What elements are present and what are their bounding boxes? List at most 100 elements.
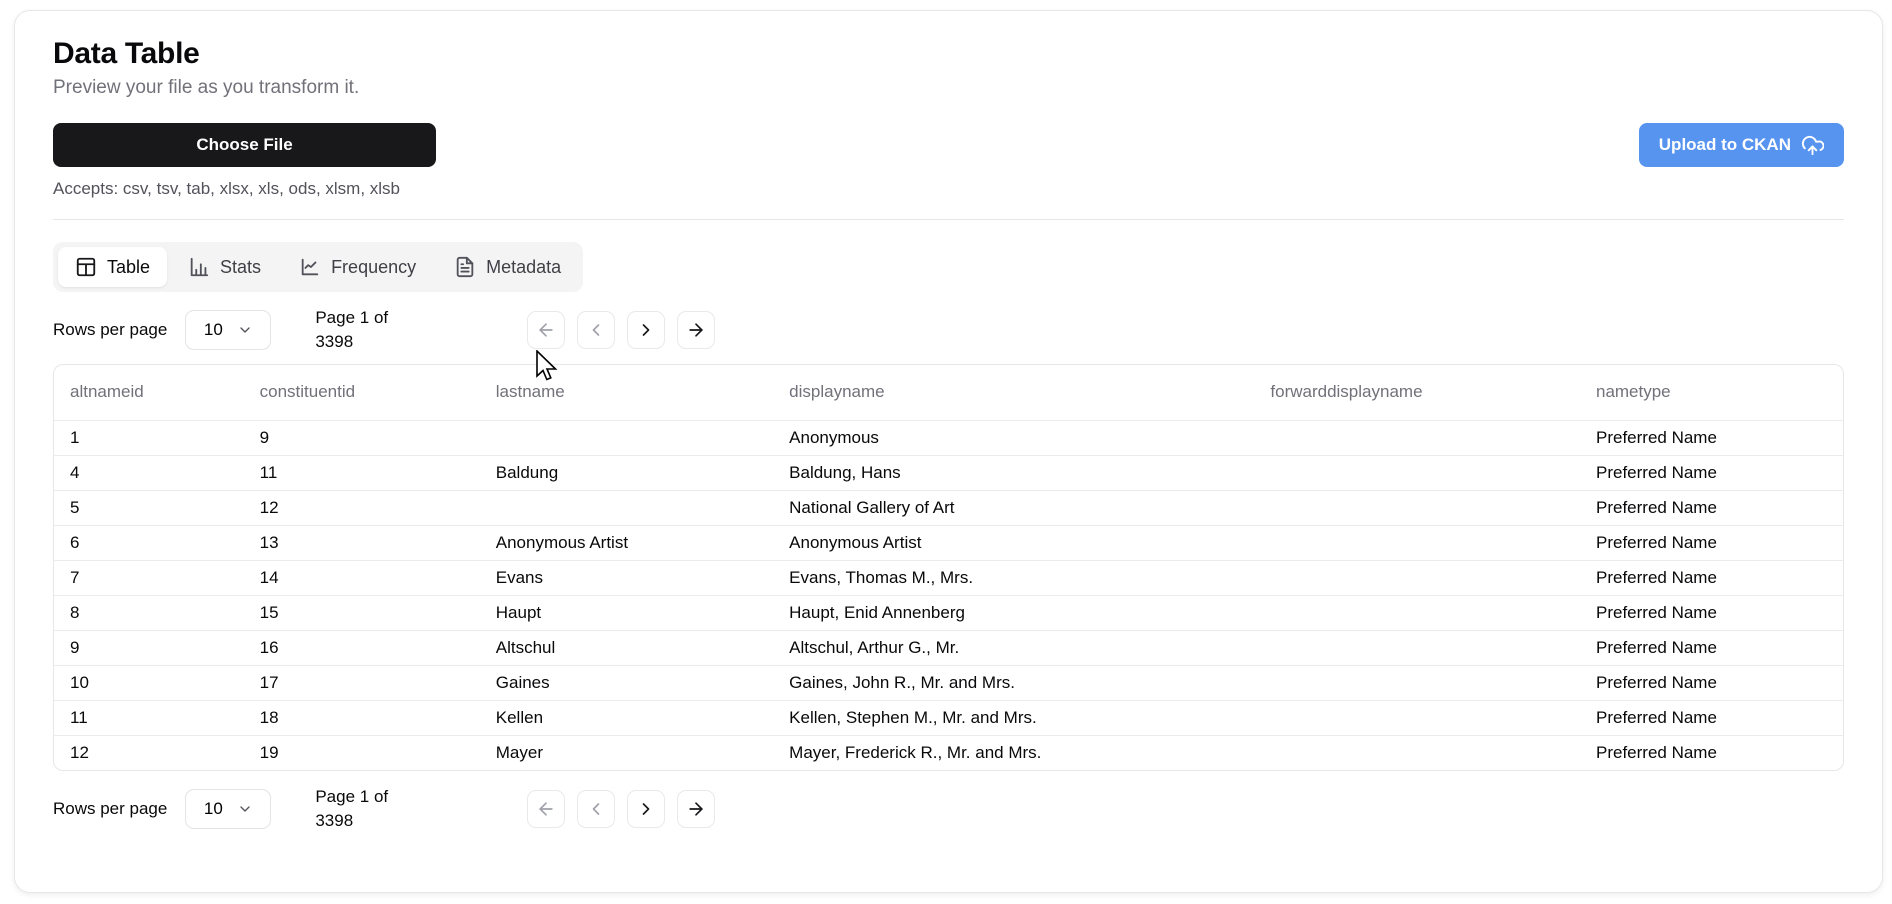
- data-table-container: altnameid constituentid lastname display…: [53, 364, 1844, 771]
- table-cell: 10: [54, 664, 244, 700]
- first-page-icon: [536, 799, 556, 819]
- actions-row: Choose File Upload to CKAN: [53, 123, 1844, 167]
- table-cell: [479, 419, 774, 455]
- table-cell: 7: [54, 559, 244, 595]
- tab-stats-label: Stats: [220, 256, 262, 277]
- table-cell: 6: [54, 524, 244, 560]
- table-cell: 16: [243, 629, 480, 665]
- table-cell: 12: [243, 489, 480, 525]
- accepted-formats-text: Accepts: csv, tsv, tab, xlsx, xls, ods, …: [53, 179, 401, 198]
- page-status-line2: 3398: [315, 332, 354, 351]
- table-cell: [1254, 559, 1580, 595]
- table-row[interactable]: 6 13 Anonymous Artist Anonymous Artist P…: [54, 524, 1843, 560]
- choose-file-button[interactable]: Choose File: [53, 123, 436, 167]
- cloud-upload-icon: [1801, 134, 1824, 157]
- table-cell: 12: [54, 734, 244, 770]
- page-status: Page 1 of 3398: [315, 785, 425, 833]
- file-text-icon: [454, 256, 476, 278]
- table-cell: [1254, 664, 1580, 700]
- table-cell: Preferred Name: [1579, 699, 1843, 735]
- table-cell: 15: [243, 594, 480, 630]
- table-cell: [1254, 454, 1580, 490]
- rows-per-page-label: Rows per page: [53, 320, 168, 339]
- previous-page-icon: [586, 320, 606, 340]
- table-row[interactable]: 9 16 Altschul Altschul, Arthur G., Mr. P…: [54, 629, 1843, 665]
- table-cell: Preferred Name: [1579, 454, 1843, 490]
- table-cell: Mayer: [479, 734, 774, 770]
- first-page-icon: [536, 320, 556, 340]
- upload-to-ckan-button[interactable]: Upload to CKAN: [1638, 123, 1844, 167]
- tab-frequency[interactable]: Frequency: [282, 247, 433, 287]
- table-cell: 19: [243, 734, 480, 770]
- table-icon: [75, 256, 97, 278]
- table-row[interactable]: 12 19 Mayer Mayer, Frederick R., Mr. and…: [54, 734, 1843, 770]
- tab-metadata-label: Metadata: [486, 256, 562, 277]
- next-page-button[interactable]: [627, 311, 666, 349]
- first-page-button[interactable]: [527, 790, 566, 828]
- table-header: altnameid constituentid lastname display…: [54, 365, 1843, 420]
- tab-stats[interactable]: Stats: [171, 247, 278, 287]
- table-body: 1 9 Anonymous Preferred Name 4 11 Baldun…: [54, 419, 1843, 770]
- table-cell: Haupt: [479, 594, 774, 630]
- rows-per-page-select[interactable]: 10: [185, 310, 272, 350]
- column-header-forwarddisplayname: forwarddisplayname: [1270, 382, 1423, 402]
- tab-bar: Table Stats Frequency Metadata: [53, 242, 584, 292]
- next-page-button[interactable]: [627, 790, 666, 828]
- page-subtitle: Preview your file as you transform it.: [53, 77, 360, 98]
- table-cell: [479, 489, 774, 525]
- table-cell: Preferred Name: [1579, 419, 1843, 455]
- column-header-altnameid: altnameid: [70, 382, 144, 402]
- table-cell: Preferred Name: [1579, 594, 1843, 630]
- table-row[interactable]: 7 14 Evans Evans, Thomas M., Mrs. Prefer…: [54, 559, 1843, 595]
- rows-per-page-select[interactable]: 10: [185, 789, 272, 829]
- table-cell: Gaines, John R., Mr. and Mrs.: [773, 664, 1255, 700]
- table-row[interactable]: 11 18 Kellen Kellen, Stephen M., Mr. and…: [54, 699, 1843, 735]
- table-cell: 9: [54, 629, 244, 665]
- table-cell: Baldung: [479, 454, 774, 490]
- chevron-down-icon: [237, 322, 253, 338]
- tab-metadata[interactable]: Metadata: [437, 247, 578, 287]
- last-page-button[interactable]: [677, 790, 716, 828]
- table-cell: [1254, 629, 1580, 665]
- pagination-bar-top: Rows per page 10 Page 1 of 3398: [53, 306, 1844, 354]
- table-cell: Evans, Thomas M., Mrs.: [773, 559, 1255, 595]
- table-cell: 11: [54, 699, 244, 735]
- previous-page-button[interactable]: [577, 790, 616, 828]
- table-cell: Kellen, Stephen M., Mr. and Mrs.: [773, 699, 1255, 735]
- table-cell: [1254, 524, 1580, 560]
- table-cell: [1254, 489, 1580, 525]
- column-header-nametype: nametype: [1595, 382, 1671, 402]
- column-header-displayname: displayname: [789, 382, 885, 402]
- data-table-card: Data Table Preview your file as you tran…: [14, 10, 1883, 893]
- table-cell: 9: [243, 419, 480, 455]
- tab-table[interactable]: Table: [58, 247, 168, 287]
- table-cell: 14: [243, 559, 480, 595]
- table-cell: Altschul, Arthur G., Mr.: [773, 629, 1255, 665]
- table-row[interactable]: 8 15 Haupt Haupt, Enid Annenberg Preferr…: [54, 594, 1843, 630]
- table-row[interactable]: 10 17 Gaines Gaines, John R., Mr. and Mr…: [54, 664, 1843, 700]
- table-cell: Anonymous Artist: [773, 524, 1255, 560]
- line-chart-icon: [299, 256, 321, 278]
- table-row[interactable]: 4 11 Baldung Baldung, Hans Preferred Nam…: [54, 454, 1843, 490]
- table-row[interactable]: 1 9 Anonymous Preferred Name: [54, 419, 1843, 455]
- table-cell: Preferred Name: [1579, 489, 1843, 525]
- table-row[interactable]: 5 12 National Gallery of Art Preferred N…: [54, 489, 1843, 525]
- pagination-nav-buttons: [527, 311, 716, 349]
- next-page-icon: [636, 320, 656, 340]
- table-cell: Preferred Name: [1579, 664, 1843, 700]
- last-page-button[interactable]: [677, 311, 716, 349]
- page-title: Data Table: [53, 37, 200, 70]
- table-cell: 11: [243, 454, 480, 490]
- header-divider: [53, 219, 1844, 220]
- table-cell: Haupt, Enid Annenberg: [773, 594, 1255, 630]
- table-cell: [1254, 734, 1580, 770]
- table-cell: 8: [54, 594, 244, 630]
- table-cell: Anonymous Artist: [479, 524, 774, 560]
- previous-page-button[interactable]: [577, 311, 616, 349]
- table-cell: [1254, 699, 1580, 735]
- first-page-button[interactable]: [527, 311, 566, 349]
- column-header-constituentid: constituentid: [259, 382, 356, 402]
- column-header-lastname: lastname: [495, 382, 565, 402]
- bar-chart-icon: [188, 256, 210, 278]
- pagination-bar-bottom: Rows per page 10 Page 1 of 3398: [53, 785, 1844, 833]
